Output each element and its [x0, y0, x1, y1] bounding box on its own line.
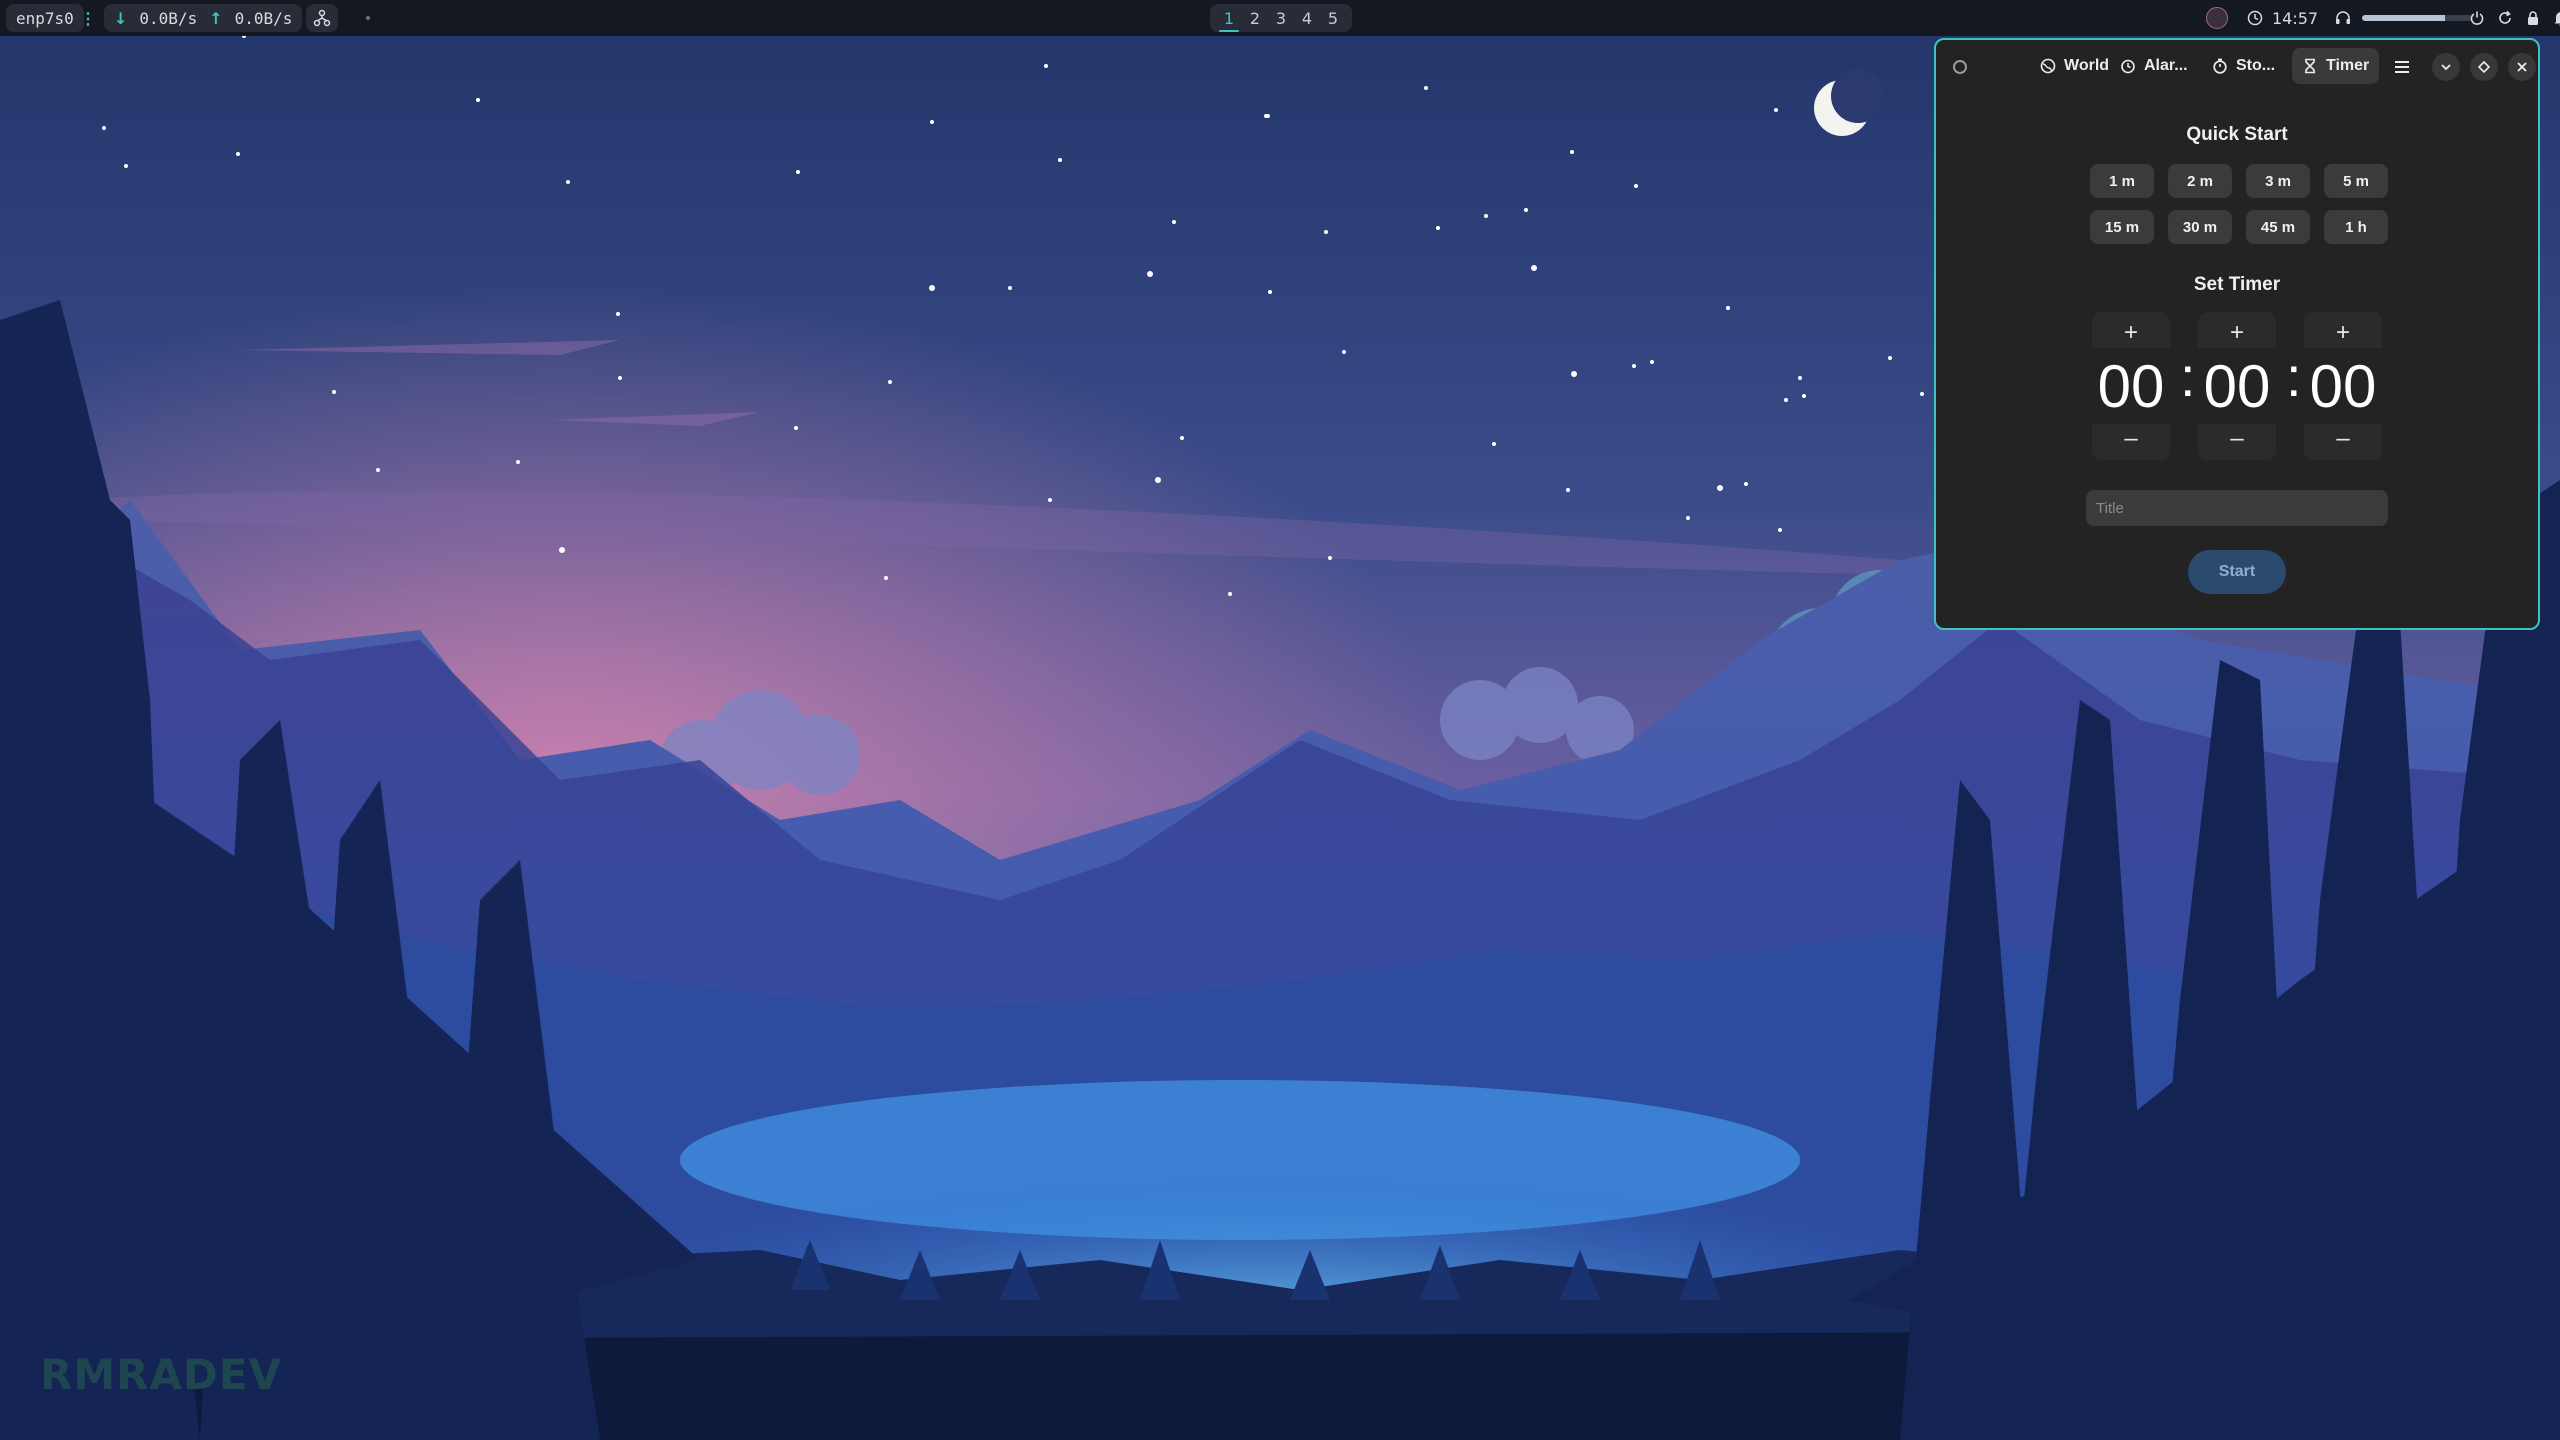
download-arrow-icon: ↓: [114, 8, 128, 28]
hours-value[interactable]: 00: [2092, 348, 2170, 424]
tab-stopwatch[interactable]: Sto...: [2202, 48, 2285, 84]
maximize-button[interactable]: [2470, 53, 2498, 81]
minutes-spinner: + 00 –: [2198, 312, 2276, 460]
preset-button-1h[interactable]: 1 h: [2324, 210, 2388, 244]
close-button[interactable]: [2508, 53, 2536, 81]
preset-button-15m[interactable]: 15 m: [2090, 210, 2154, 244]
tab-alarm-label: Alar...: [2144, 57, 2188, 74]
system-tray: [2468, 4, 2560, 32]
volume-slider-fill: [2362, 15, 2445, 21]
headphones-icon: [2336, 11, 2350, 24]
globe-icon: [2040, 58, 2056, 74]
user-avatar[interactable]: [2206, 7, 2228, 29]
lock-icon[interactable]: [2524, 9, 2542, 27]
panel-dot: [366, 16, 370, 20]
volume-slider[interactable]: [2362, 15, 2472, 21]
minutes-decrement-button[interactable]: –: [2198, 422, 2276, 456]
alarm-clock-icon: [2121, 59, 2135, 74]
preset-button-30m[interactable]: 30 m: [2168, 210, 2232, 244]
volume-widget[interactable]: [2334, 4, 2472, 32]
stopwatch-icon: [2213, 58, 2227, 74]
network-tray-button[interactable]: [306, 4, 338, 32]
preset-button-5m[interactable]: 5 m: [2324, 164, 2388, 198]
set-timer-title: Set Timer: [2193, 274, 2281, 295]
preset-button-2m[interactable]: 2 m: [2168, 164, 2232, 198]
quick-start-title: Quick Start: [2186, 124, 2288, 145]
workspace-3[interactable]: 3: [1268, 9, 1294, 28]
clock-time: 14:57: [2272, 8, 2319, 28]
preset-button-45m[interactable]: 45 m: [2246, 210, 2310, 244]
tab-world-label: World: [2064, 57, 2110, 74]
circle-icon: [1953, 60, 1967, 74]
panel-separator: ⋮: [80, 8, 96, 28]
workspace-2[interactable]: 2: [1242, 9, 1268, 28]
window-menu-button[interactable]: [1946, 53, 1974, 81]
tab-timer[interactable]: Timer: [2292, 48, 2380, 84]
wallpaper-watermark: RMRADEV: [40, 1350, 283, 1399]
network-speed-widget[interactable]: ↓ 0.0B/s ↑ 0.0B/s: [104, 4, 303, 32]
notification-bell-icon[interactable]: [2552, 9, 2560, 27]
hamburger-menu-icon: [2395, 61, 2409, 73]
window-header-bar: World Alar... Sto... Timer: [1936, 40, 2538, 92]
time-separator: :: [2180, 345, 2196, 408]
hours-spinner: + 00 –: [2092, 312, 2170, 460]
workspace-5[interactable]: 5: [1320, 9, 1346, 28]
minimize-button[interactable]: [2432, 53, 2460, 81]
seconds-spinner: + 00 –: [2304, 312, 2382, 460]
diamond-icon: [2477, 60, 2491, 74]
upload-speed: 0.0B/s: [234, 8, 293, 28]
network-tree-icon: [313, 9, 331, 27]
minutes-increment-button[interactable]: +: [2198, 316, 2276, 350]
tab-alarm[interactable]: Alar...: [2110, 48, 2198, 84]
network-interface-label[interactable]: enp7s0: [6, 4, 84, 32]
top-panel: enp7s0 ⋮ ↓ 0.0B/s ↑ 0.0B/s 1 2 3 4 5 14:…: [0, 0, 2560, 36]
chevron-down-icon: [2441, 64, 2451, 71]
time-separator: :: [2286, 345, 2302, 408]
preset-button-1m[interactable]: 1 m: [2090, 164, 2154, 198]
seconds-value[interactable]: 00: [2304, 348, 2382, 424]
minutes-value[interactable]: 00: [2198, 348, 2276, 424]
clock-widget[interactable]: 14:57: [2246, 4, 2318, 32]
workspace-4[interactable]: 4: [1294, 9, 1320, 28]
seconds-decrement-button[interactable]: –: [2304, 422, 2382, 456]
seconds-increment-button[interactable]: +: [2304, 316, 2382, 350]
workspace-switcher: 1 2 3 4 5: [1210, 4, 1352, 32]
start-button[interactable]: Start: [2188, 550, 2286, 594]
hours-decrement-button[interactable]: –: [2092, 422, 2170, 456]
tab-timer-label: Timer: [2326, 57, 2370, 74]
clock-icon: [2247, 10, 2263, 26]
download-speed: 0.0B/s: [139, 8, 198, 28]
main-menu-button[interactable]: [2388, 53, 2416, 81]
hourglass-icon: [2305, 58, 2315, 74]
preset-button-3m[interactable]: 3 m: [2246, 164, 2310, 198]
reload-icon[interactable]: [2496, 9, 2514, 27]
timer-title-input[interactable]: [2086, 490, 2388, 526]
workspace-1[interactable]: 1: [1216, 9, 1242, 32]
hours-increment-button[interactable]: +: [2092, 316, 2170, 350]
tab-stopwatch-label: Sto...: [2236, 57, 2276, 74]
upload-arrow-icon: ↑: [209, 8, 223, 28]
tab-world[interactable]: World: [2030, 48, 2119, 84]
power-icon[interactable]: [2468, 9, 2486, 27]
close-icon: [2517, 62, 2527, 72]
clocks-window: World Alar... Sto... Timer Quick Start 1…: [1934, 38, 2540, 630]
